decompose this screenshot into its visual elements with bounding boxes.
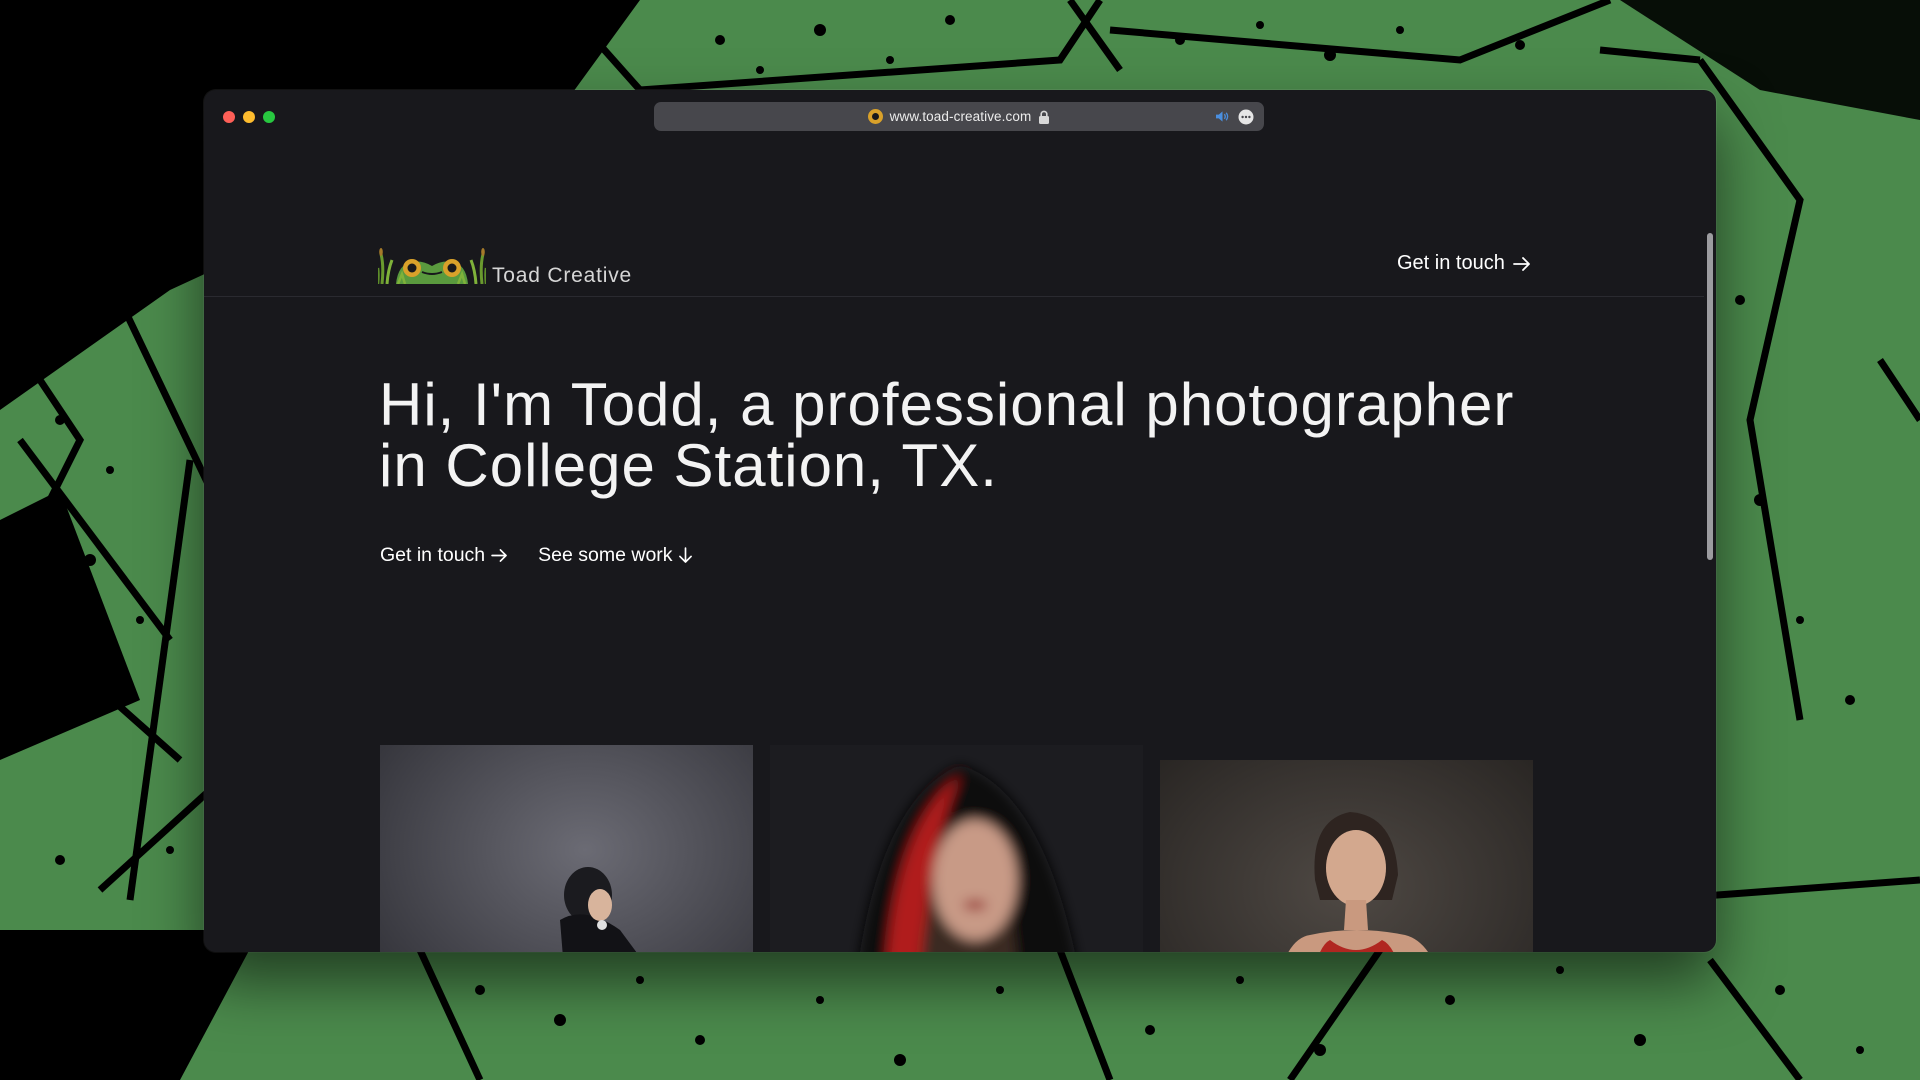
hero-actions: Get in touch See some work	[380, 544, 692, 567]
hero-title-line1: Hi, I'm Todd, a professional photographe…	[379, 371, 1515, 438]
more-icon[interactable]	[1238, 109, 1254, 125]
gallery-photo-red-tank-top[interactable]	[1160, 760, 1533, 952]
hero-secondary-label: See some work	[538, 544, 673, 566]
arrow-down-icon	[678, 547, 692, 563]
browser-titlebar: www.toad-creative.com	[204, 90, 1716, 144]
photo-gallery	[380, 745, 1534, 952]
couple-photo-image	[380, 745, 753, 952]
hero-primary-label: Get in touch	[380, 544, 486, 566]
address-bar-content: www.toad-creative.com	[654, 102, 1264, 131]
page-scrollbar[interactable]	[1704, 144, 1716, 952]
url-text: www.toad-creative.com	[889, 109, 1032, 124]
lock-icon	[1039, 110, 1050, 124]
hero-get-in-touch-link[interactable]: Get in touch	[380, 544, 508, 567]
browser-window: www.toad-creative.com Toad Creative Get …	[204, 90, 1716, 952]
toad-logo-icon	[378, 248, 486, 284]
brand-name: Toad Creative	[492, 264, 632, 287]
hero-see-work-link[interactable]: See some work	[538, 544, 692, 567]
site-logo[interactable]: Toad Creative	[378, 244, 632, 287]
arrow-right-icon	[1512, 256, 1530, 271]
minimize-traffic-light[interactable]	[243, 111, 255, 123]
favicon	[867, 109, 883, 124]
hero-title: Hi, I'm Todd, a professional photographe…	[379, 374, 1559, 496]
red-tank-top-photo-image	[1160, 760, 1533, 952]
hero-title-line2: in College Station, TX.	[379, 432, 998, 499]
close-traffic-light[interactable]	[223, 111, 235, 123]
gallery-photo-couple[interactable]	[380, 745, 753, 952]
page-viewport: Toad Creative Get in touch Hi, I'm Todd,…	[204, 144, 1704, 952]
maximize-traffic-light[interactable]	[263, 111, 275, 123]
header-get-in-touch-link[interactable]: Get in touch	[1397, 252, 1531, 275]
gallery-photo-red-hood[interactable]	[770, 745, 1143, 952]
header-cta-label: Get in touch	[1397, 252, 1505, 274]
audio-icon[interactable]	[1215, 110, 1230, 123]
address-bar[interactable]: www.toad-creative.com	[654, 102, 1264, 131]
scrollbar-thumb[interactable]	[1707, 233, 1713, 560]
arrow-right-icon	[491, 549, 507, 562]
red-hood-photo-image	[770, 745, 1143, 952]
address-bar-actions	[1215, 102, 1254, 131]
